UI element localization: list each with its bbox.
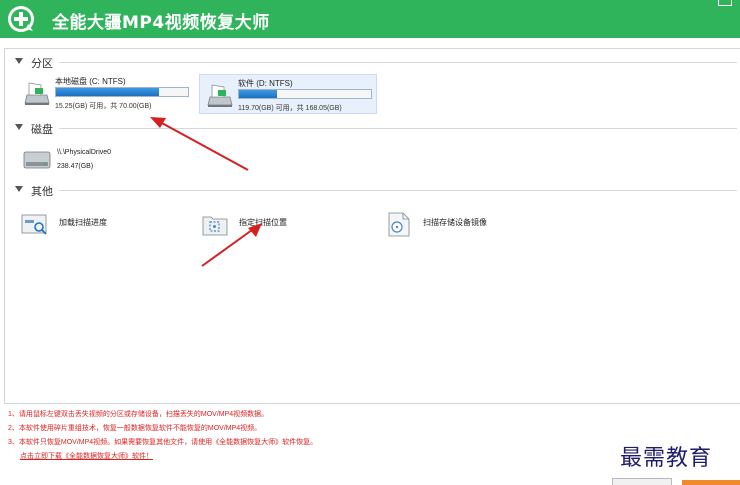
partition-c[interactable]: 本地磁盘 (C: NTFS) 15.25(GB) 可用，共 70.00(GB) bbox=[17, 73, 197, 113]
partition-drive-icon bbox=[207, 84, 233, 107]
partition-usage-fill bbox=[56, 88, 159, 96]
hard-disk-icon bbox=[23, 151, 51, 169]
partition-usage-text: 15.25(GB) 可用，共 70.00(GB) bbox=[55, 103, 152, 110]
partition-drive-icon bbox=[24, 82, 50, 105]
watermark-text: 最需教育 bbox=[620, 446, 713, 471]
partition-usage-text: 119.70(GB) 可用，共 168.05(GB) bbox=[238, 105, 342, 112]
other-item-label: 加载扫描进度 bbox=[59, 218, 107, 227]
section-partition-label: 分区 bbox=[31, 57, 53, 70]
partition-name: 本地磁盘 (C: NTFS) bbox=[55, 77, 126, 86]
scan-location-icon bbox=[202, 216, 228, 236]
section-other-label: 其他 bbox=[31, 185, 53, 198]
section-disk-label: 磁盘 bbox=[31, 123, 53, 136]
section-divider bbox=[59, 128, 737, 129]
scan-device-image-item[interactable]: 扫描存储设备镜像 bbox=[385, 209, 555, 239]
device-image-icon bbox=[388, 212, 410, 237]
usage-notes: 1、请用鼠标左键双击丢失视频的分区或存储设备，扫描丢失的MOV/MP4视频数据。… bbox=[8, 408, 608, 464]
app-logo-icon bbox=[8, 6, 34, 32]
section-partition-header[interactable]: 分区 bbox=[11, 55, 737, 70]
partition-usage-bar bbox=[238, 89, 372, 99]
primary-button[interactable] bbox=[682, 480, 740, 485]
partition-usage-fill bbox=[239, 90, 278, 98]
collapse-triangle-icon[interactable] bbox=[15, 186, 23, 192]
partition-name: 软件 (D: NTFS) bbox=[238, 79, 293, 88]
collapse-triangle-icon[interactable] bbox=[15, 124, 23, 130]
disk-size: 238.47(GB) bbox=[57, 163, 94, 170]
device-panel: 分区 本地磁盘 (C: NTFS) 15.25(GB) 可用，共 70.00(G… bbox=[4, 48, 740, 404]
partition-usage-bar bbox=[55, 87, 189, 97]
section-disk-header[interactable]: 磁盘 bbox=[11, 121, 737, 136]
specify-scan-location-item[interactable]: 指定扫描位置 bbox=[201, 209, 371, 239]
window-control-button[interactable] bbox=[718, 0, 732, 6]
note-line-2: 2、本软件使用碎片重组技术，恢复一般数据恢复软件不能恢复的MOV/MP4视频。 bbox=[8, 425, 262, 432]
section-divider bbox=[59, 62, 737, 63]
disk-name: \\.\PhysicalDrive0 bbox=[57, 149, 112, 156]
partition-d[interactable]: 软件 (D: NTFS) 119.70(GB) 可用，共 168.05(GB) bbox=[199, 74, 377, 114]
load-scan-progress-item[interactable]: 加载扫描进度 bbox=[21, 209, 191, 239]
download-link[interactable]: 点击立即下载《全能数据恢复大师》软件！ bbox=[8, 450, 608, 464]
note-line-1: 1、请用鼠标左键双击丢失视频的分区或存储设备，扫描丢失的MOV/MP4视频数据。 bbox=[8, 411, 269, 418]
load-scan-icon bbox=[21, 214, 47, 235]
section-other-header[interactable]: 其他 bbox=[11, 183, 737, 198]
collapse-triangle-icon[interactable] bbox=[15, 58, 23, 64]
secondary-button[interactable] bbox=[612, 478, 672, 485]
section-divider bbox=[59, 190, 737, 191]
app-title: 全能大疆MP4视频恢复大师 bbox=[52, 13, 270, 33]
title-bar: 全能大疆MP4视频恢复大师 bbox=[0, 0, 740, 38]
physical-disk[interactable]: \\.\PhysicalDrive0 238.47(GB) bbox=[19, 145, 219, 177]
note-line-3: 3、本软件只恢复MOV/MP4视频。如果需要恢复其他文件，请使用《全能数据恢复大… bbox=[8, 439, 318, 446]
other-item-label: 指定扫描位置 bbox=[239, 218, 287, 227]
other-item-label: 扫描存储设备镜像 bbox=[423, 218, 487, 227]
